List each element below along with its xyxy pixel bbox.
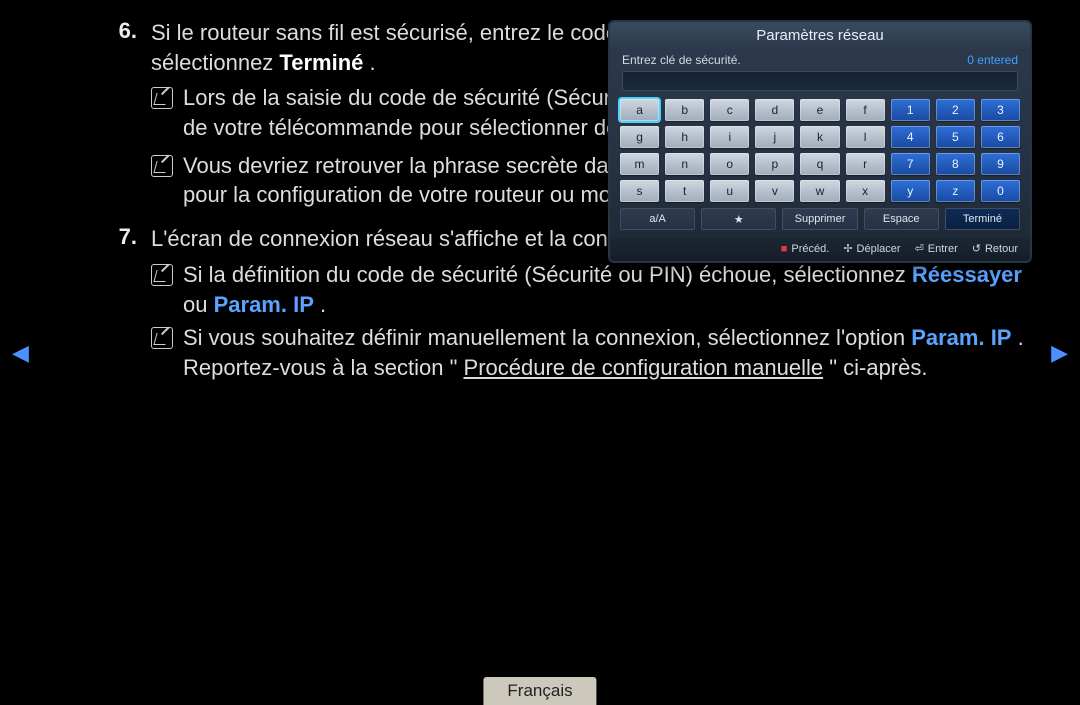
prompt-label: Entrez clé de sécurité.: [622, 53, 741, 67]
step-number: 7.: [85, 224, 151, 250]
key-s[interactable]: s: [620, 180, 659, 202]
note-icon: [151, 327, 173, 349]
hint-enter: Entrer: [928, 243, 958, 255]
language-tab[interactable]: Français: [483, 677, 596, 705]
key-r[interactable]: r: [846, 153, 885, 175]
text-blue: Réessayer: [912, 262, 1022, 287]
key-3[interactable]: 3: [981, 99, 1020, 121]
key-c[interactable]: c: [710, 99, 749, 121]
fn-key-espace[interactable]: Espace: [864, 208, 939, 230]
note-icon: [151, 155, 173, 177]
key-9[interactable]: 9: [981, 153, 1020, 175]
key-f[interactable]: f: [846, 99, 885, 121]
text: .: [370, 50, 376, 75]
key-b[interactable]: b: [665, 99, 704, 121]
hint-prev-icon: ■: [781, 243, 788, 255]
key-z[interactable]: z: [936, 180, 975, 202]
text: .: [320, 292, 326, 317]
key-m[interactable]: m: [620, 153, 659, 175]
fn-key-a/a[interactable]: a/A: [620, 208, 695, 230]
hint-prev: Précéd.: [791, 243, 829, 255]
note-icon: [151, 264, 173, 286]
hint-move-icon: ✢: [843, 242, 852, 255]
next-page-button[interactable]: ▶: [1051, 340, 1068, 366]
text-blue: Param. IP: [214, 292, 314, 317]
text-blue: Param. IP: [911, 325, 1011, 350]
key-a[interactable]: a: [620, 99, 659, 121]
fn-key-★[interactable]: ★: [701, 208, 776, 230]
onscreen-keyboard: abcdef123 ghijkl456 mnopqr789 stuvwxyz0: [620, 99, 1020, 202]
key-0[interactable]: 0: [981, 180, 1020, 202]
key-v[interactable]: v: [755, 180, 794, 202]
key-q[interactable]: q: [800, 153, 839, 175]
key-5[interactable]: 5: [936, 126, 975, 148]
key-y[interactable]: y: [891, 180, 930, 202]
key-t[interactable]: t: [665, 180, 704, 202]
key-x[interactable]: x: [846, 180, 885, 202]
key-w[interactable]: w: [800, 180, 839, 202]
hint-return: Retour: [985, 243, 1018, 255]
remote-hints: ■Précéd. ✢ Déplacer ⏎ Entrer ↺ Retour: [610, 238, 1030, 261]
security-key-input[interactable]: [622, 71, 1018, 91]
note-icon: [151, 87, 173, 109]
key-4[interactable]: 4: [891, 126, 930, 148]
key-7[interactable]: 7: [891, 153, 930, 175]
hint-move: Déplacer: [857, 243, 901, 255]
key-o[interactable]: o: [710, 153, 749, 175]
key-l[interactable]: l: [846, 126, 885, 148]
key-8[interactable]: 8: [936, 153, 975, 175]
keyboard-function-row: a/A ★ Supprimer Espace Terminé: [620, 208, 1020, 230]
step-7-note-1: Si la définition du code de sécurité (Sé…: [183, 260, 1050, 319]
entered-count: 0 entered: [967, 53, 1018, 67]
step-number: 6.: [85, 18, 151, 44]
key-k[interactable]: k: [800, 126, 839, 148]
hint-enter-icon: ⏎: [915, 242, 924, 255]
key-6[interactable]: 6: [981, 126, 1020, 148]
screen-title: Paramètres réseau: [610, 22, 1030, 49]
text: Si vous souhaitez définir manuellement l…: [183, 325, 911, 350]
prev-page-button[interactable]: ◀: [12, 340, 29, 366]
text: " ci-après.: [829, 355, 927, 380]
step-7-note-2: Si vous souhaitez définir manuellement l…: [183, 323, 1050, 382]
key-n[interactable]: n: [665, 153, 704, 175]
key-g[interactable]: g: [620, 126, 659, 148]
key-i[interactable]: i: [710, 126, 749, 148]
key-2[interactable]: 2: [936, 99, 975, 121]
key-u[interactable]: u: [710, 180, 749, 202]
text-bold: Terminé: [279, 50, 363, 75]
key-e[interactable]: e: [800, 99, 839, 121]
text: Si la définition du code de sécurité (Sé…: [183, 262, 912, 287]
hint-return-icon: ↺: [972, 242, 981, 255]
fn-key-supprimer[interactable]: Supprimer: [782, 208, 857, 230]
text: ou: [183, 292, 214, 317]
key-j[interactable]: j: [755, 126, 794, 148]
key-d[interactable]: d: [755, 99, 794, 121]
fn-key-terminé[interactable]: Terminé: [945, 208, 1020, 230]
text-underline: Procédure de configuration manuelle: [464, 355, 824, 380]
key-h[interactable]: h: [665, 126, 704, 148]
key-p[interactable]: p: [755, 153, 794, 175]
network-settings-screen: Paramètres réseau Entrez clé de sécurité…: [610, 22, 1030, 261]
key-1[interactable]: 1: [891, 99, 930, 121]
